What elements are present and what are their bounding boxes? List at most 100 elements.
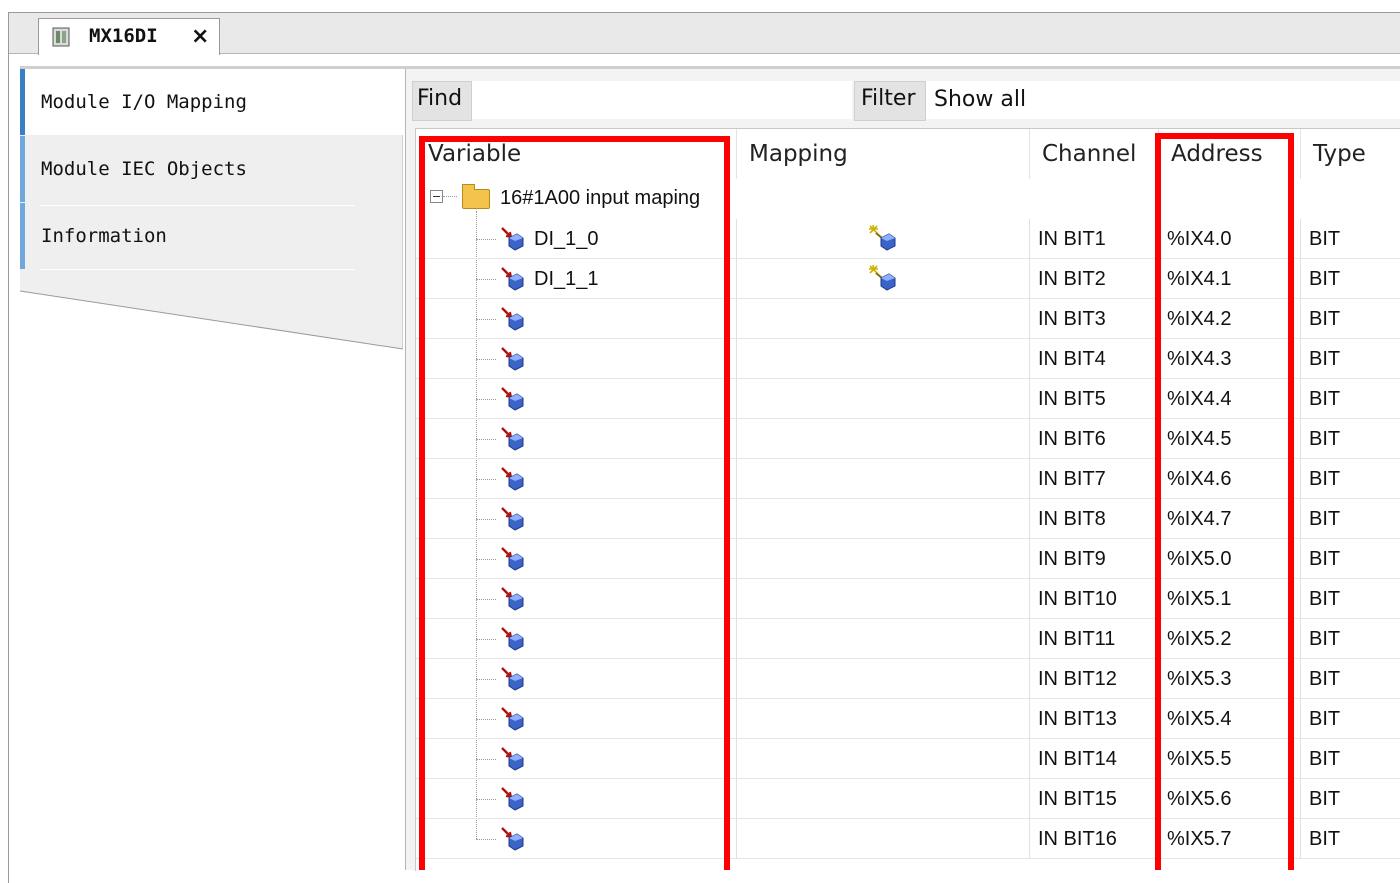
sidebar-item-label: Module I/O Mapping xyxy=(41,91,247,113)
table-row[interactable]: IN BIT10 %IX5.1 BIT xyxy=(416,579,1400,619)
variable-cell[interactable] xyxy=(416,739,737,779)
filter-select[interactable]: Show all xyxy=(926,81,1400,119)
variable-cell[interactable] xyxy=(416,699,737,739)
channel-value: IN BIT3 xyxy=(1038,308,1106,330)
table-row[interactable]: IN BIT5 %IX4.4 BIT xyxy=(416,379,1400,419)
variable-cell[interactable] xyxy=(416,379,737,419)
type-cell: BIT xyxy=(1301,739,1400,779)
table-row[interactable]: IN BIT7 %IX4.6 BIT xyxy=(416,459,1400,499)
channel-value: IN BIT11 xyxy=(1038,628,1116,650)
address-value: %IX5.7 xyxy=(1167,828,1232,850)
variable-cell[interactable] xyxy=(416,419,737,459)
find-label: Find xyxy=(417,86,463,111)
collapse-minus-icon[interactable] xyxy=(430,190,443,203)
type-cell: BIT xyxy=(1301,219,1400,259)
channel-cell: IN BIT16 xyxy=(1030,819,1159,859)
type-value: BIT xyxy=(1309,468,1341,490)
table-row[interactable]: IN BIT11 %IX5.2 BIT xyxy=(416,619,1400,659)
type-cell: BIT xyxy=(1301,299,1400,339)
variable-cell[interactable] xyxy=(416,459,737,499)
variable-cell[interactable]: DI_1_1 xyxy=(416,259,737,299)
table-row[interactable]: IN BIT12 %IX5.3 BIT xyxy=(416,659,1400,699)
variable-cell[interactable] xyxy=(416,619,737,659)
sidebar: Module I/O Mapping Module IEC Objects In… xyxy=(20,69,403,870)
address-cell: %IX4.1 xyxy=(1159,259,1301,299)
variable-cell[interactable] xyxy=(416,339,737,379)
tree-connector xyxy=(476,719,496,720)
folder-icon xyxy=(462,184,490,209)
table-row[interactable]: IN BIT3 %IX4.2 BIT xyxy=(416,299,1400,339)
variable-cell[interactable] xyxy=(416,819,737,859)
find-button[interactable]: Find xyxy=(412,81,472,121)
type-value: BIT xyxy=(1309,428,1341,450)
table-row[interactable]: IN BIT4 %IX4.3 BIT xyxy=(416,339,1400,379)
mapping-cell xyxy=(737,539,1030,579)
variable-cell[interactable] xyxy=(416,579,737,619)
tree-connector xyxy=(476,599,496,600)
tree-connector xyxy=(476,359,496,360)
table-row[interactable]: IN BIT14 %IX5.5 BIT xyxy=(416,739,1400,779)
table-row[interactable]: IN BIT13 %IX5.4 BIT xyxy=(416,699,1400,739)
column-header-channel[interactable]: Channel xyxy=(1030,129,1159,179)
type-cell: BIT xyxy=(1301,259,1400,299)
table-row[interactable]: DI_1_0 IN BIT1 %IX4.0 BIT xyxy=(416,219,1400,259)
column-header-variable[interactable]: Variable xyxy=(416,129,737,179)
sidebar-item-information[interactable]: Information xyxy=(20,203,403,269)
mapping-cell xyxy=(737,579,1030,619)
input-channel-icon xyxy=(498,825,524,851)
channel-value: IN BIT4 xyxy=(1038,348,1106,370)
column-header-mapping[interactable]: Mapping xyxy=(737,129,1030,179)
channel-cell: IN BIT10 xyxy=(1030,579,1159,619)
variable-cell[interactable] xyxy=(416,659,737,699)
group-label[interactable]: 16#1A00 input maping xyxy=(500,187,700,210)
table-row[interactable]: DI_1_1 IN BIT2 %IX4.1 BIT xyxy=(416,259,1400,299)
address-cell: %IX4.6 xyxy=(1159,459,1301,499)
sidebar-item-module-io-mapping[interactable]: Module I/O Mapping xyxy=(20,69,403,135)
column-header-address[interactable]: Address xyxy=(1159,129,1301,179)
active-tab-indicator xyxy=(20,69,25,135)
filter-button[interactable]: Filter xyxy=(854,81,926,121)
close-icon[interactable]: × xyxy=(191,24,209,49)
mapping-cell xyxy=(737,659,1030,699)
table-row[interactable]: IN BIT6 %IX4.5 BIT xyxy=(416,419,1400,459)
address-value: %IX4.2 xyxy=(1167,308,1232,330)
table-row[interactable]: IN BIT16 %IX5.7 BIT xyxy=(416,819,1400,859)
filter-value: Show all xyxy=(934,87,1027,112)
input-channel-icon xyxy=(498,505,524,531)
input-channel-icon xyxy=(498,665,524,691)
variable-cell[interactable] xyxy=(416,779,737,819)
input-channel-icon xyxy=(498,465,524,491)
tree-connector xyxy=(476,839,496,840)
variable-cell[interactable] xyxy=(416,539,737,579)
table-row[interactable]: IN BIT9 %IX5.0 BIT xyxy=(416,539,1400,579)
input-channel-icon xyxy=(498,305,524,331)
type-value: BIT xyxy=(1309,228,1341,250)
table-row[interactable]: IN BIT8 %IX4.7 BIT xyxy=(416,499,1400,539)
tree-connector xyxy=(443,196,457,197)
column-header-label: Channel xyxy=(1042,141,1137,167)
sidebar-item-module-iec-objects[interactable]: Module IEC Objects xyxy=(20,136,403,202)
variable-cell[interactable] xyxy=(416,299,737,339)
input-channel-icon xyxy=(498,745,524,771)
editor-tab-mx16di[interactable]: MX16DI × xyxy=(38,18,220,55)
type-value: BIT xyxy=(1309,268,1341,290)
address-cell: %IX5.0 xyxy=(1159,539,1301,579)
channel-cell: IN BIT9 xyxy=(1030,539,1159,579)
filter-label: Filter xyxy=(861,86,916,111)
address-value: %IX4.7 xyxy=(1167,508,1232,530)
column-header-label: Type xyxy=(1313,141,1366,167)
input-channel-icon xyxy=(498,785,524,811)
table-row[interactable]: IN BIT15 %IX5.6 BIT xyxy=(416,779,1400,819)
variable-cell[interactable] xyxy=(416,499,737,539)
device-module-icon xyxy=(52,27,70,47)
variable-cell[interactable]: DI_1_0 xyxy=(416,219,737,259)
column-header-type[interactable]: Type xyxy=(1301,129,1400,179)
mapping-cell xyxy=(737,499,1030,539)
address-value: %IX5.6 xyxy=(1167,788,1232,810)
channel-value: IN BIT8 xyxy=(1038,508,1106,530)
channel-cell: IN BIT13 xyxy=(1030,699,1159,739)
tab-indicator xyxy=(20,136,25,202)
channel-value: IN BIT5 xyxy=(1038,388,1106,410)
type-value: BIT xyxy=(1309,588,1341,610)
find-input[interactable] xyxy=(472,81,852,119)
